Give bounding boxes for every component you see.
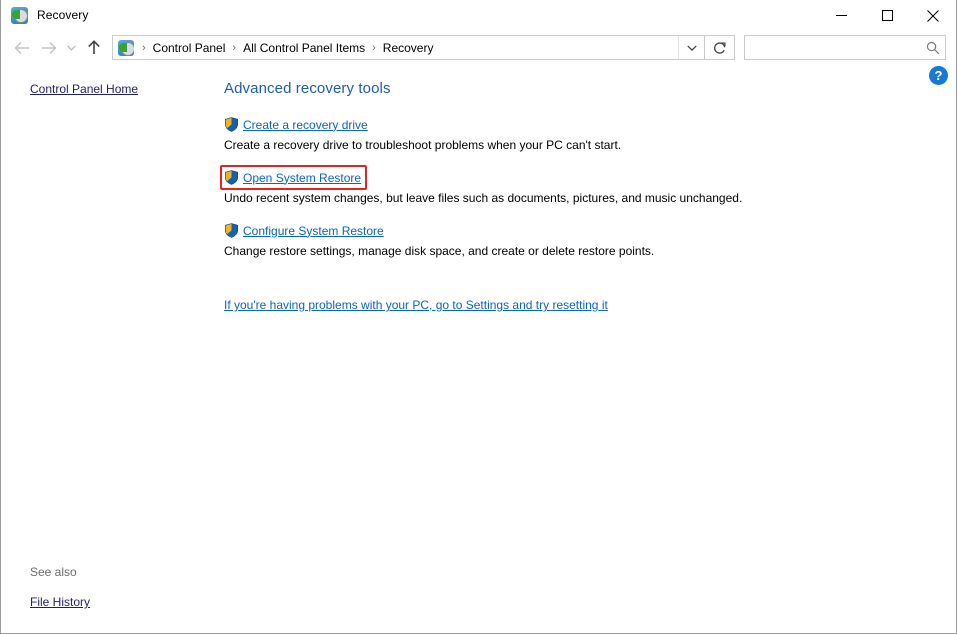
link-create-a-recovery-drive[interactable]: Create a recovery drive bbox=[243, 118, 368, 132]
window-controls bbox=[818, 0, 956, 31]
sidebar-item-file-history[interactable]: File History bbox=[1, 593, 208, 611]
link-settings-reset-pc[interactable]: If you're having problems with your PC, … bbox=[224, 298, 608, 312]
chevron-down-icon[interactable] bbox=[678, 36, 704, 59]
window-title: Recovery bbox=[37, 8, 89, 22]
maximize-button[interactable] bbox=[864, 0, 910, 31]
task-create-recovery-drive: Create a recovery drive Create a recover… bbox=[224, 115, 956, 153]
uac-shield-icon bbox=[224, 170, 239, 185]
breadcrumb-separator-2: › bbox=[372, 41, 376, 54]
task-open-system-restore: Open System Restore Undo recent system c… bbox=[220, 165, 956, 206]
task-header: Create a recovery drive bbox=[224, 115, 956, 134]
breadcrumb-separator-1: › bbox=[232, 41, 237, 54]
breadcrumb-separator-0: › bbox=[142, 41, 146, 54]
minimize-button[interactable] bbox=[818, 0, 864, 31]
task-configure-system-restore: Configure System Restore Change restore … bbox=[224, 221, 956, 259]
breadcrumb-item-2[interactable]: Recovery bbox=[380, 41, 437, 55]
recovery-window: Recovery › Control Panel › All Control P… bbox=[0, 0, 957, 634]
uac-shield-icon bbox=[224, 223, 239, 238]
sidebar-item-control-panel-home[interactable]: Control Panel Home bbox=[1, 81, 208, 98]
task-header: Configure System Restore bbox=[224, 221, 956, 240]
uac-shield-icon bbox=[224, 117, 239, 132]
help-button[interactable]: ? bbox=[929, 66, 948, 85]
see-also-section: See also File History bbox=[1, 563, 208, 611]
main-content: ? Advanced recovery tools Create a recov… bbox=[208, 64, 956, 633]
link-open-system-restore[interactable]: Open System Restore bbox=[243, 171, 361, 185]
breadcrumb-bar[interactable]: › Control Panel › All Control Panel Item… bbox=[112, 35, 705, 60]
back-button[interactable] bbox=[9, 35, 35, 61]
search-icon[interactable] bbox=[921, 36, 945, 59]
page-title: Advanced recovery tools bbox=[224, 80, 391, 97]
close-button[interactable] bbox=[910, 0, 956, 31]
search-input[interactable] bbox=[745, 40, 921, 55]
up-button[interactable] bbox=[81, 35, 107, 61]
address-bar: › Control Panel › All Control Panel Item… bbox=[1, 31, 956, 64]
sidebar: Control Panel Home See also File History bbox=[1, 64, 208, 633]
recent-locations-button[interactable] bbox=[61, 35, 81, 61]
recovery-icon bbox=[11, 6, 28, 24]
search-box[interactable] bbox=[744, 35, 946, 60]
task-description: Change restore settings, manage disk spa… bbox=[224, 244, 655, 258]
breadcrumb-item-1[interactable]: All Control Panel Items bbox=[240, 41, 368, 55]
see-also-label: See also bbox=[30, 565, 77, 579]
task-description: Create a recovery drive to troubleshoot … bbox=[224, 138, 622, 152]
task-header: Open System Restore bbox=[220, 165, 956, 190]
breadcrumb-recovery-icon bbox=[118, 39, 134, 56]
title-bar: Recovery bbox=[1, 0, 956, 31]
refresh-button[interactable] bbox=[705, 35, 735, 60]
link-configure-system-restore[interactable]: Configure System Restore bbox=[243, 224, 384, 238]
forward-button[interactable] bbox=[35, 35, 61, 61]
breadcrumb-item-0[interactable]: Control Panel bbox=[150, 41, 229, 55]
task-description: Undo recent system changes, but leave fi… bbox=[224, 191, 743, 205]
content-area: Control Panel Home See also File History… bbox=[1, 64, 956, 633]
